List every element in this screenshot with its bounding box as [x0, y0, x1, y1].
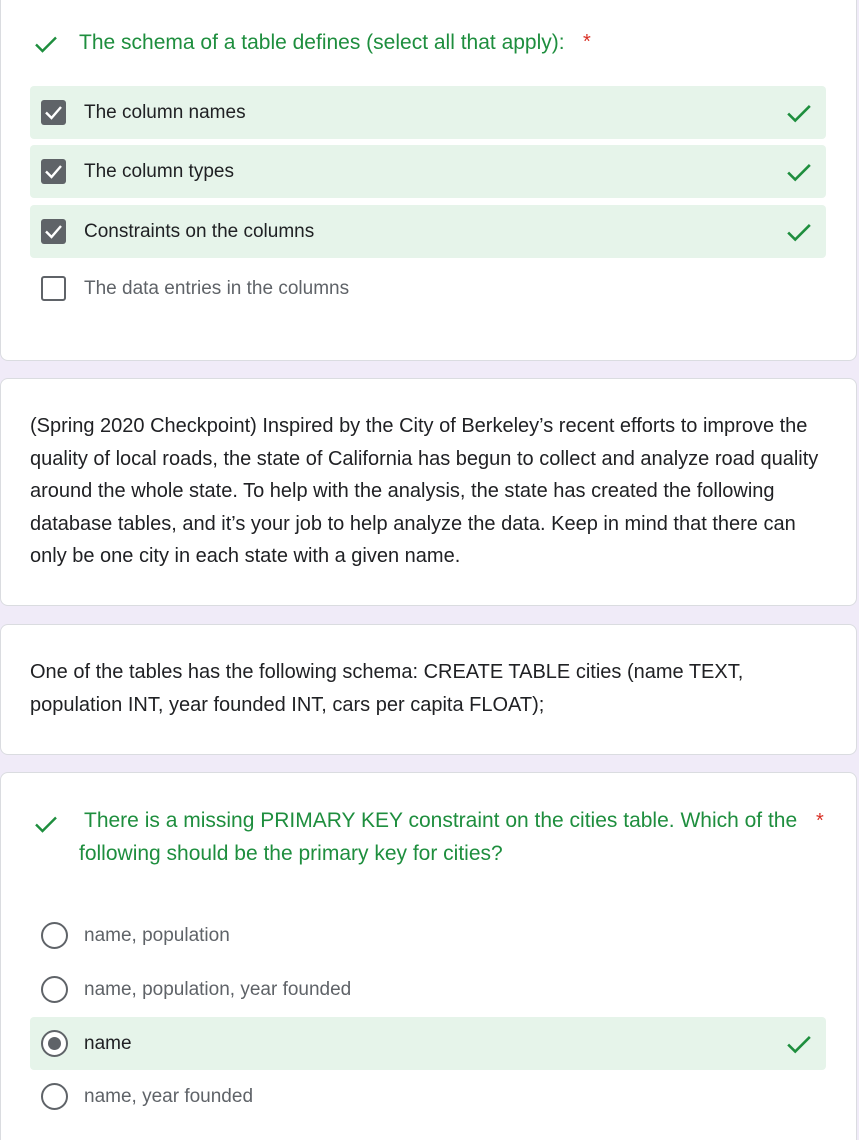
option-label: name	[84, 1033, 132, 1054]
checkbox-checked-icon[interactable]	[41, 159, 66, 184]
radio-option-name[interactable]: name	[30, 1017, 826, 1070]
question-card-primary-key: There is a missing PRIMARY KEY constrain…	[0, 772, 857, 1140]
radio-unselected-icon[interactable]	[41, 976, 68, 1003]
check-icon	[35, 816, 57, 833]
option-label: name, population, year founded	[84, 979, 352, 1000]
check-icon	[35, 36, 57, 53]
check-icon	[787, 164, 811, 182]
option-label: name, year founded	[84, 1086, 254, 1107]
question-card-schema: The schema of a table defines (select al…	[0, 0, 857, 361]
checkbox-option-column-names[interactable]: The column names	[30, 86, 826, 139]
checkbox-unchecked-icon[interactable]	[41, 276, 66, 301]
checkbox-option-constraints[interactable]: Constraints on the columns	[30, 205, 826, 258]
schema-description: One of the tables has the following sche…	[30, 661, 744, 716]
option-label: The column types	[84, 161, 234, 182]
radio-selected-icon[interactable]	[41, 1030, 68, 1057]
option-label: name, population	[84, 925, 230, 946]
radio-unselected-icon[interactable]	[41, 1083, 68, 1110]
radio-unselected-icon[interactable]	[41, 922, 68, 949]
check-icon	[787, 105, 811, 123]
radio-option-name-population[interactable]: name, population	[30, 909, 826, 962]
checkbox-option-data-entries[interactable]: The data entries in the columns	[30, 262, 826, 315]
radio-option-name-population-year[interactable]: name, population, year founded	[30, 963, 826, 1016]
form-page: The schema of a table defines (select al…	[0, 0, 859, 1140]
checkbox-option-column-types[interactable]: The column types	[30, 145, 826, 198]
section-description-card: (Spring 2020 Checkpoint) Inspired by the…	[0, 378, 857, 606]
check-icon	[787, 1036, 811, 1054]
question-title: There is a missing PRIMARY KEY constrain…	[79, 809, 798, 865]
schema-description-card: One of the tables has the following sche…	[0, 624, 857, 755]
radio-option-name-year[interactable]: name, year founded	[30, 1070, 826, 1123]
check-icon	[787, 224, 811, 242]
checkbox-checked-icon[interactable]	[41, 219, 66, 244]
question-title: The schema of a table defines (select al…	[79, 31, 565, 54]
option-label: Constraints on the columns	[84, 221, 315, 242]
option-label: The data entries in the columns	[84, 278, 350, 299]
required-asterisk: *	[583, 31, 591, 53]
option-label: The column names	[84, 102, 246, 123]
section-description: (Spring 2020 Checkpoint) Inspired by the…	[30, 415, 819, 567]
checkbox-checked-icon[interactable]	[41, 100, 66, 125]
required-asterisk: *	[816, 810, 824, 832]
